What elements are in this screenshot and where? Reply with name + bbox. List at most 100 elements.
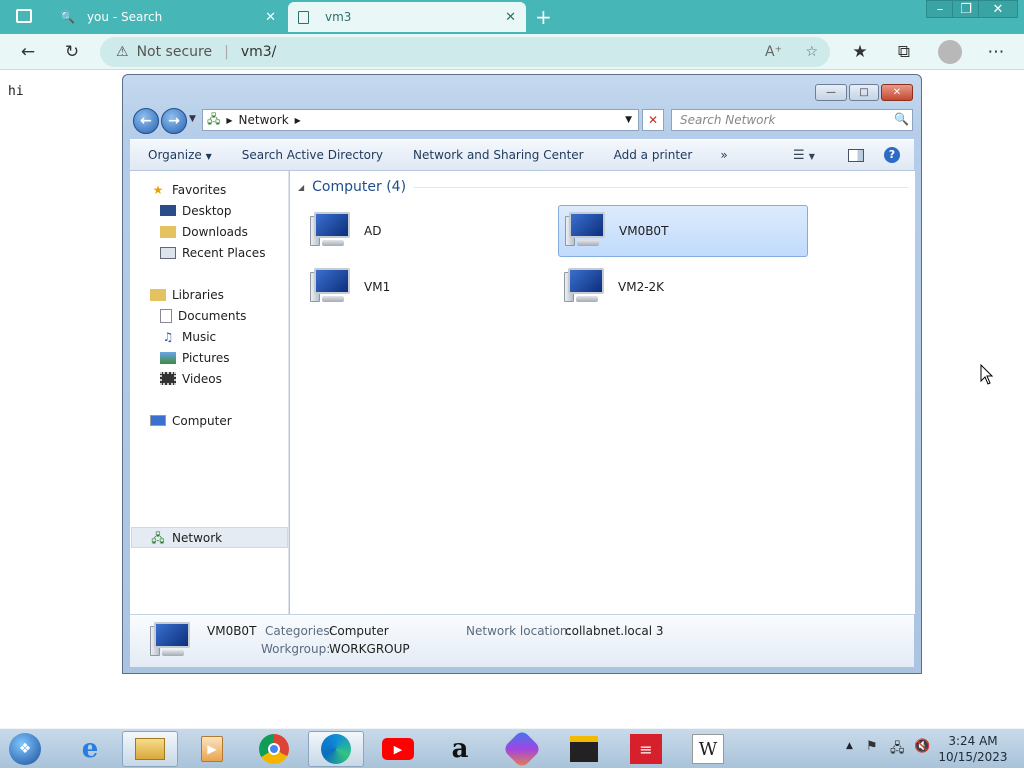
start-button[interactable]: ❖ (2, 731, 48, 767)
volume-muted-icon[interactable]: 🔇 (914, 739, 930, 754)
media-player-icon[interactable]: ▶ (184, 731, 240, 767)
bank-icon[interactable]: ≡ (618, 731, 674, 767)
flag-icon[interactable]: ⚑ (866, 739, 878, 754)
youtube-icon[interactable]: ▶ (370, 731, 426, 767)
group-header[interactable]: ◢ Computer (4) (298, 179, 908, 195)
not-secure-label: Not secure (136, 44, 213, 60)
breadcrumb-dropdown-icon[interactable]: ▼ (625, 115, 632, 125)
refresh-button[interactable]: ↻ (60, 41, 84, 63)
view-options-icon[interactable]: ☰ ▼ (793, 148, 815, 163)
tab-search[interactable]: 🔍 you - Search ✕ (50, 2, 286, 32)
more-icon[interactable]: ⋯ (984, 41, 1008, 63)
address-field[interactable]: ⚠ Not secure | vm3/ A⁺ ☆ (100, 37, 830, 67)
edge-icon[interactable] (308, 731, 364, 767)
workgroup-label: Workgroup: (261, 642, 331, 656)
clock[interactable]: 3:24 AM 10/15/2023 (938, 733, 1008, 765)
close-icon[interactable]: ✕ (505, 10, 516, 25)
back-button[interactable]: ← (16, 41, 40, 63)
browser-toolbar: ← ↻ ⚠ Not secure | vm3/ A⁺ ☆ ★ ⧉ ⋯ (0, 34, 1024, 70)
page-text: hi (8, 84, 24, 99)
pictures-icon (160, 351, 176, 364)
sidebar-item-libraries[interactable]: Libraries (150, 284, 224, 305)
navigation-pane: ★ Favorites Desktop Downloads Recent Plac… (130, 171, 289, 614)
internet-explorer-icon[interactable]: e (62, 731, 118, 767)
wikipedia-icon[interactable]: W (680, 731, 736, 767)
sidebar-item-recent-places[interactable]: Recent Places (160, 242, 265, 263)
url-text: vm3/ (240, 44, 277, 60)
music-icon: ♫ (162, 329, 174, 344)
profile-avatar[interactable] (938, 40, 962, 64)
sidebar-item-music[interactable]: ♫ Music (160, 326, 217, 347)
close-icon[interactable]: ✕ (265, 10, 276, 25)
sidebar-item-downloads[interactable]: Downloads (160, 221, 248, 242)
documents-icon (160, 308, 172, 323)
clock-date: 10/15/2023 (938, 750, 1008, 764)
add-printer-button[interactable]: Add a printer (614, 148, 693, 162)
back-arrow-icon[interactable]: ← (133, 108, 159, 134)
computer-item[interactable]: VM2-2K (558, 261, 808, 313)
help-icon[interactable]: ? (884, 147, 900, 163)
computer-icon (565, 210, 611, 252)
sidebar-item-network[interactable]: 🖧 Network (131, 527, 288, 548)
categories-label: Categories: (265, 624, 334, 638)
organize-button[interactable]: Organize ▼ (148, 148, 212, 162)
computer-name: VM0B0T (619, 224, 669, 238)
recent-pages-chevron-icon[interactable]: ▼ (189, 114, 196, 124)
computer-item[interactable]: VM1 (304, 261, 554, 313)
sidebar-item-desktop[interactable]: Desktop (160, 200, 232, 221)
amazon-icon[interactable]: a (432, 731, 488, 767)
close-window-button[interactable]: ✕ (978, 0, 1018, 18)
network-location-value: collabnet.local 3 (565, 624, 664, 638)
content-pane: ◢ Computer (4) AD VM0B0T VM1 VM2-2K (290, 171, 915, 614)
window-close-button[interactable]: ✕ (881, 84, 913, 101)
network-sharing-center-button[interactable]: Network and Sharing Center (413, 148, 584, 162)
mouse-cursor-icon (980, 364, 994, 385)
breadcrumb[interactable]: 🖧 ▶ Network ▶ ▼ (202, 109, 639, 131)
warning-icon: ⚠ (116, 44, 129, 60)
add-favorite-icon[interactable]: ☆ (805, 44, 818, 60)
store-icon[interactable] (556, 731, 612, 767)
sidebar-item-documents[interactable]: Documents (160, 305, 246, 326)
search-icon[interactable]: 🔍 (894, 112, 909, 126)
explorer-window: — □ ✕ ← → ▼ 🖧 ▶ Network ▶ ▼ ✕ Search Net… (122, 74, 922, 674)
details-pane: VM0B0T Categories: Computer Workgroup: W… (130, 614, 914, 667)
new-tab-button[interactable]: + (535, 5, 552, 29)
tab-vm3[interactable]: vm3 ✕ (288, 2, 526, 32)
star-icon: ★ (152, 182, 164, 197)
window-maximize-button[interactable]: □ (849, 84, 879, 101)
network-status-icon[interactable]: 🖧 (890, 739, 905, 761)
sidebar-item-computer[interactable]: Computer (150, 410, 232, 431)
window-minimize-button[interactable]: — (815, 84, 847, 101)
search-input[interactable]: Search Network (671, 109, 913, 131)
chrome-icon[interactable] (246, 731, 302, 767)
forward-arrow-icon[interactable]: → (161, 108, 187, 134)
sidebar-item-videos[interactable]: Videos (160, 368, 222, 389)
network-location-label: Network location: (466, 624, 572, 638)
copilot-icon[interactable] (494, 729, 550, 769)
computer-item[interactable]: AD (304, 205, 554, 257)
minimize-button[interactable]: – (926, 0, 954, 18)
page-icon (298, 10, 309, 24)
clear-icon[interactable]: ✕ (642, 109, 664, 131)
network-icon: 🖧 (151, 530, 165, 545)
favorites-icon[interactable]: ★ (848, 41, 872, 63)
computer-name: VM1 (364, 280, 391, 294)
collections-icon[interactable]: ⧉ (892, 41, 916, 63)
tab-actions-icon[interactable] (16, 9, 32, 23)
read-aloud-icon[interactable]: A⁺ (765, 44, 782, 60)
show-hidden-icons-icon[interactable]: ▲ (846, 741, 853, 751)
categories-value: Computer (329, 624, 389, 638)
preview-pane-icon[interactable] (848, 148, 864, 162)
more-commands-icon[interactable]: » (720, 148, 727, 162)
breadcrumb-network[interactable]: Network (239, 113, 289, 127)
search-active-directory-button[interactable]: Search Active Directory (242, 148, 383, 162)
collapse-icon[interactable]: ◢ (298, 183, 304, 192)
downloads-folder-icon (160, 225, 176, 238)
restore-button[interactable]: ❐ (952, 0, 980, 18)
sidebar-item-favorites[interactable]: ★ Favorites (150, 179, 227, 200)
computer-icon (564, 266, 610, 308)
file-explorer-icon[interactable] (122, 731, 178, 767)
computer-name: VM2-2K (618, 280, 665, 294)
computer-item[interactable]: VM0B0T (558, 205, 808, 257)
sidebar-item-pictures[interactable]: Pictures (160, 347, 230, 368)
